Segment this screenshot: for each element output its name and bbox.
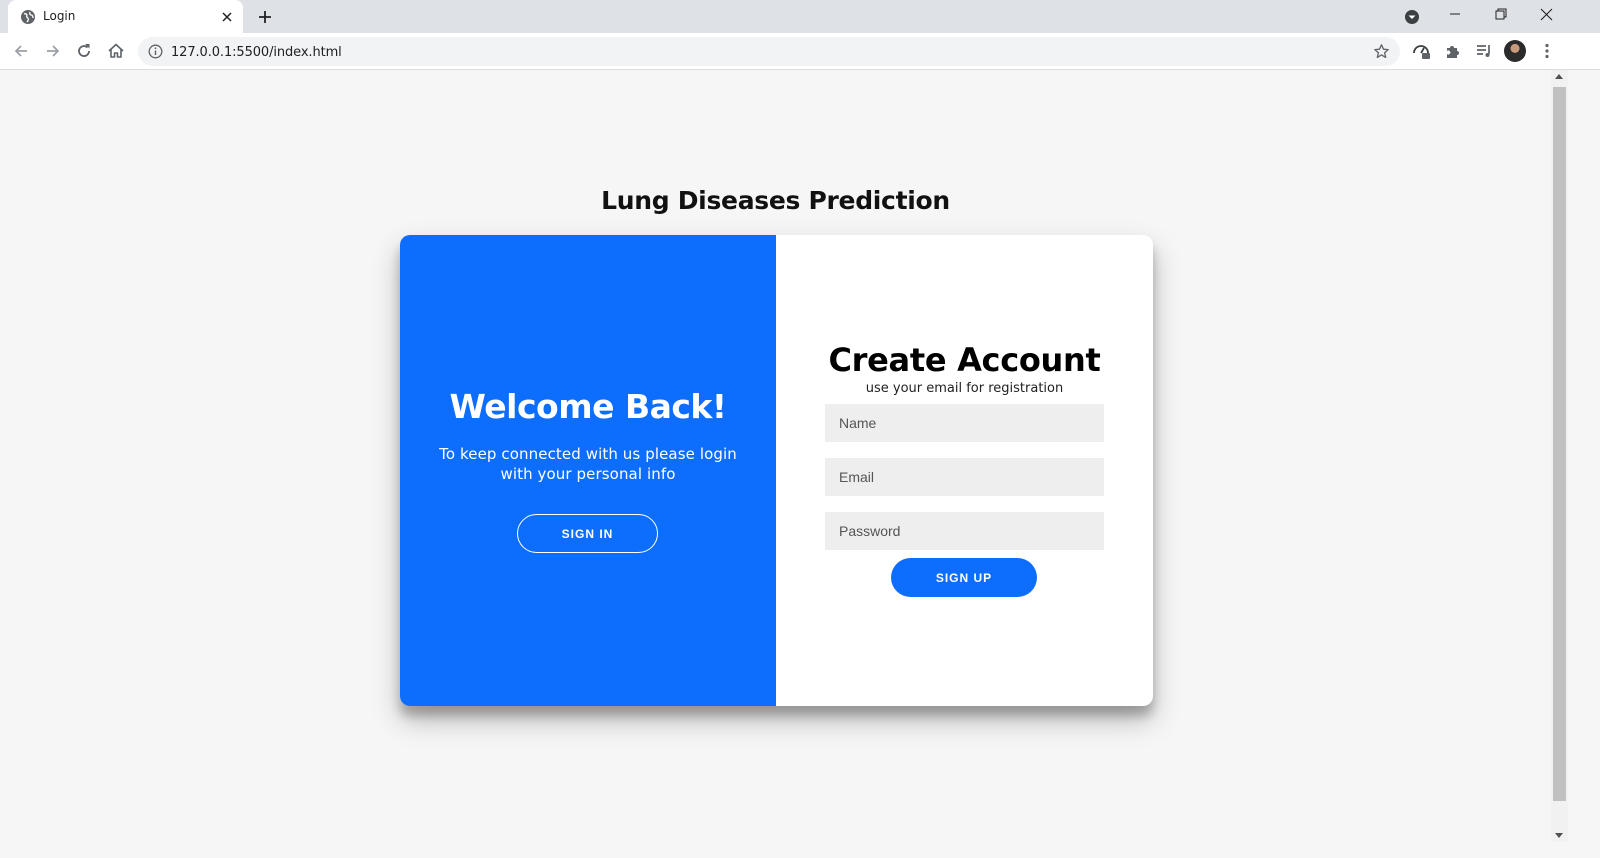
page-title: Lung Diseases Prediction <box>601 186 950 215</box>
media-control-icon[interactable] <box>1474 41 1494 61</box>
browser-tab[interactable]: Login <box>8 0 243 33</box>
scroll-down-arrow-icon[interactable] <box>1555 833 1563 838</box>
home-icon[interactable] <box>106 41 126 61</box>
restore-icon[interactable] <box>1478 0 1524 30</box>
browser-tab-bar: Login <box>0 0 1600 33</box>
scroll-up-arrow-icon[interactable] <box>1555 74 1563 79</box>
globe-icon <box>21 10 35 24</box>
url-text: 127.0.0.1:5500/index.html <box>171 45 342 60</box>
password-input[interactable] <box>825 512 1104 550</box>
window-close-icon[interactable] <box>1524 0 1570 30</box>
browser-toolbar: 127.0.0.1:5500/index.html <box>0 33 1600 70</box>
tab-title: Login <box>43 9 76 23</box>
welcome-title: Welcome Back! <box>449 387 727 426</box>
sign-up-button[interactable]: SIGN UP <box>891 558 1037 597</box>
bookmark-star-icon[interactable] <box>1373 43 1390 60</box>
extensions-puzzle-icon[interactable] <box>1443 41 1463 61</box>
info-icon[interactable] <box>148 44 163 59</box>
reload-icon[interactable] <box>74 41 94 61</box>
form-subtitle: use your email for registration <box>865 381 1064 396</box>
profile-avatar[interactable] <box>1504 40 1526 62</box>
menu-kebab-icon[interactable] <box>1537 41 1557 61</box>
minimize-icon[interactable] <box>1432 0 1478 30</box>
address-bar[interactable]: 127.0.0.1:5500/index.html <box>138 37 1400 66</box>
back-icon[interactable] <box>11 41 31 61</box>
tab-search-icon[interactable] <box>1403 8 1421 26</box>
welcome-overlay-panel: Welcome Back! To keep connected with us … <box>400 235 776 706</box>
close-icon[interactable] <box>219 9 235 25</box>
create-account-title: Create Account <box>828 341 1101 379</box>
auth-card: Welcome Back! To keep connected with us … <box>400 235 1153 706</box>
page-scrollbar[interactable] <box>1551 70 1568 842</box>
new-tab-icon[interactable] <box>256 8 274 26</box>
email-input[interactable] <box>825 458 1104 496</box>
welcome-text: To keep connected with us please login w… <box>439 445 737 483</box>
sign-up-form: Create Account use your email for regist… <box>776 235 1153 706</box>
performance-extension-icon[interactable] <box>1411 41 1431 61</box>
sign-in-button[interactable]: SIGN IN <box>517 514 658 553</box>
scroll-thumb[interactable] <box>1553 87 1566 801</box>
forward-icon[interactable] <box>43 41 63 61</box>
name-input[interactable] <box>825 404 1104 442</box>
